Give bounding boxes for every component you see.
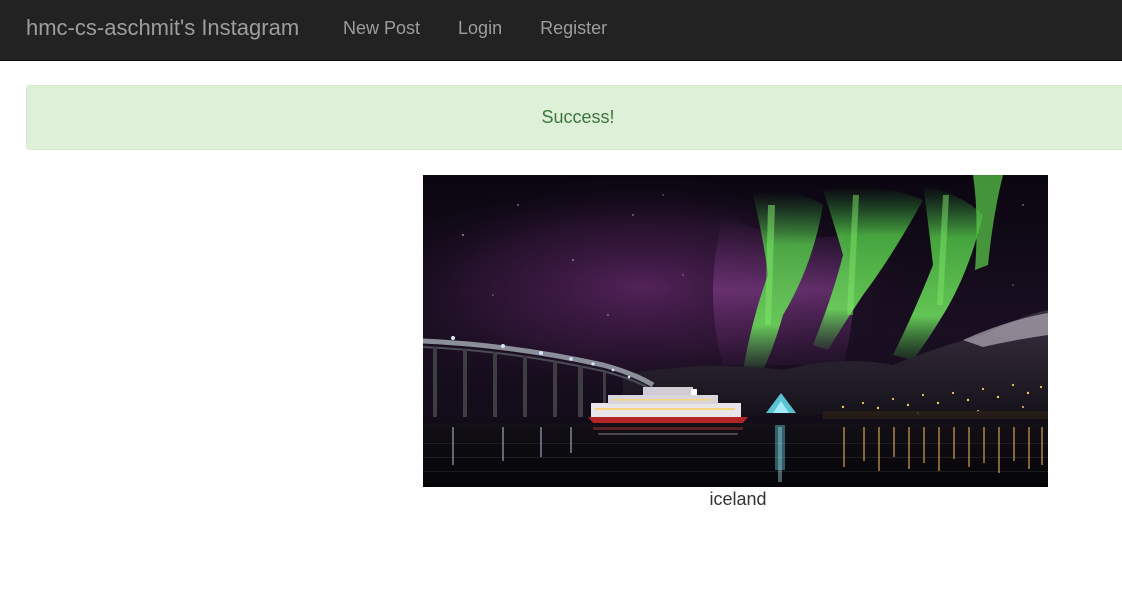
nav-item-login: Login — [439, 0, 521, 56]
top-navbar: hmc-cs-aschmit's Instagram New Post Logi… — [0, 0, 1122, 61]
login-link[interactable]: Login — [439, 0, 521, 56]
post-photo[interactable] — [423, 175, 1048, 487]
alert-message: Success! — [541, 107, 615, 127]
navbar-brand[interactable]: hmc-cs-aschmit's Instagram — [26, 0, 299, 56]
nav-links: New Post Login Register — [324, 0, 626, 56]
post: iceland — [423, 175, 1048, 509]
nav-item-register: Register — [521, 0, 626, 56]
aurora-harbor-illustration — [423, 175, 1048, 487]
new-post-link[interactable]: New Post — [324, 0, 439, 56]
post-caption: iceland — [709, 489, 767, 509]
nav-item-new-post: New Post — [324, 0, 439, 56]
register-link[interactable]: Register — [521, 0, 626, 56]
success-alert: Success! — [26, 85, 1122, 150]
